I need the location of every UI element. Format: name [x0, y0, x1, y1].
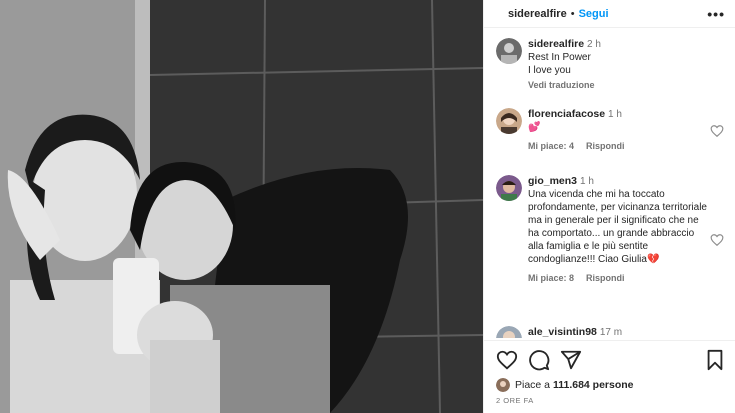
reply-button[interactable]: Rispondi	[586, 141, 625, 151]
comment-time[interactable]: 17 m	[600, 327, 622, 338]
likes-count[interactable]: 111.684 persone	[553, 379, 634, 391]
post-sidebar: siderealfire • Segui ••• siderealfire 2 h…	[483, 0, 735, 413]
liker-avatar	[496, 378, 510, 392]
comment-text: Una vicenda che mi ha toccato profondame…	[528, 189, 707, 265]
comment-likes[interactable]: Mi piace: 4	[528, 141, 574, 151]
comment-username[interactable]: gio_men3	[528, 175, 577, 187]
bookmark-icon[interactable]	[704, 349, 726, 371]
comment-username[interactable]: florenciafacose	[528, 108, 605, 120]
comment-time[interactable]: 2 h	[587, 39, 601, 50]
comment-time[interactable]: 1 h	[608, 109, 622, 120]
comment-time[interactable]: 1 h	[580, 176, 594, 187]
comment-likes[interactable]: Mi piace: 8	[528, 273, 574, 283]
likes-summary[interactable]: Piace a 111.684 persone	[496, 377, 634, 393]
post-timestamp[interactable]: 2 ORE FA	[496, 396, 534, 405]
follow-button[interactable]: Segui	[579, 8, 609, 20]
see-translation-link[interactable]: Vedi traduzione	[528, 79, 708, 92]
post-photo[interactable]	[0, 0, 483, 413]
author-username[interactable]: siderealfire	[508, 8, 567, 20]
reply-button[interactable]: Rispondi	[586, 273, 625, 283]
comment-icon[interactable]	[528, 349, 550, 371]
avatar[interactable]	[496, 175, 522, 201]
likes-prefix: Piace a	[515, 379, 551, 391]
avatar[interactable]	[496, 108, 522, 134]
separator-dot: •	[570, 7, 575, 20]
post-header: siderealfire • Segui •••	[484, 0, 735, 28]
avatar[interactable]	[496, 38, 522, 64]
comment-text-line: I love you	[528, 65, 571, 76]
photo-image	[0, 0, 483, 413]
more-horizontal-icon[interactable]: •••	[707, 7, 725, 21]
heart-icon[interactable]	[710, 233, 724, 247]
heart-icon[interactable]	[710, 124, 724, 138]
comment-username[interactable]: siderealfire	[528, 38, 584, 50]
comment-text-line: Rest In Power	[528, 52, 591, 63]
share-icon[interactable]	[560, 349, 582, 371]
post-actions: Piace a 111.684 persone 2 ORE FA	[484, 340, 735, 413]
comments-list[interactable]: siderealfire 2 h Rest In Power I love you…	[484, 28, 735, 338]
heart-icon[interactable]	[496, 349, 518, 371]
comment-emoji: 💕	[528, 122, 541, 133]
comment-username[interactable]: ale_visintin98	[528, 326, 597, 338]
avatar[interactable]	[496, 326, 522, 338]
